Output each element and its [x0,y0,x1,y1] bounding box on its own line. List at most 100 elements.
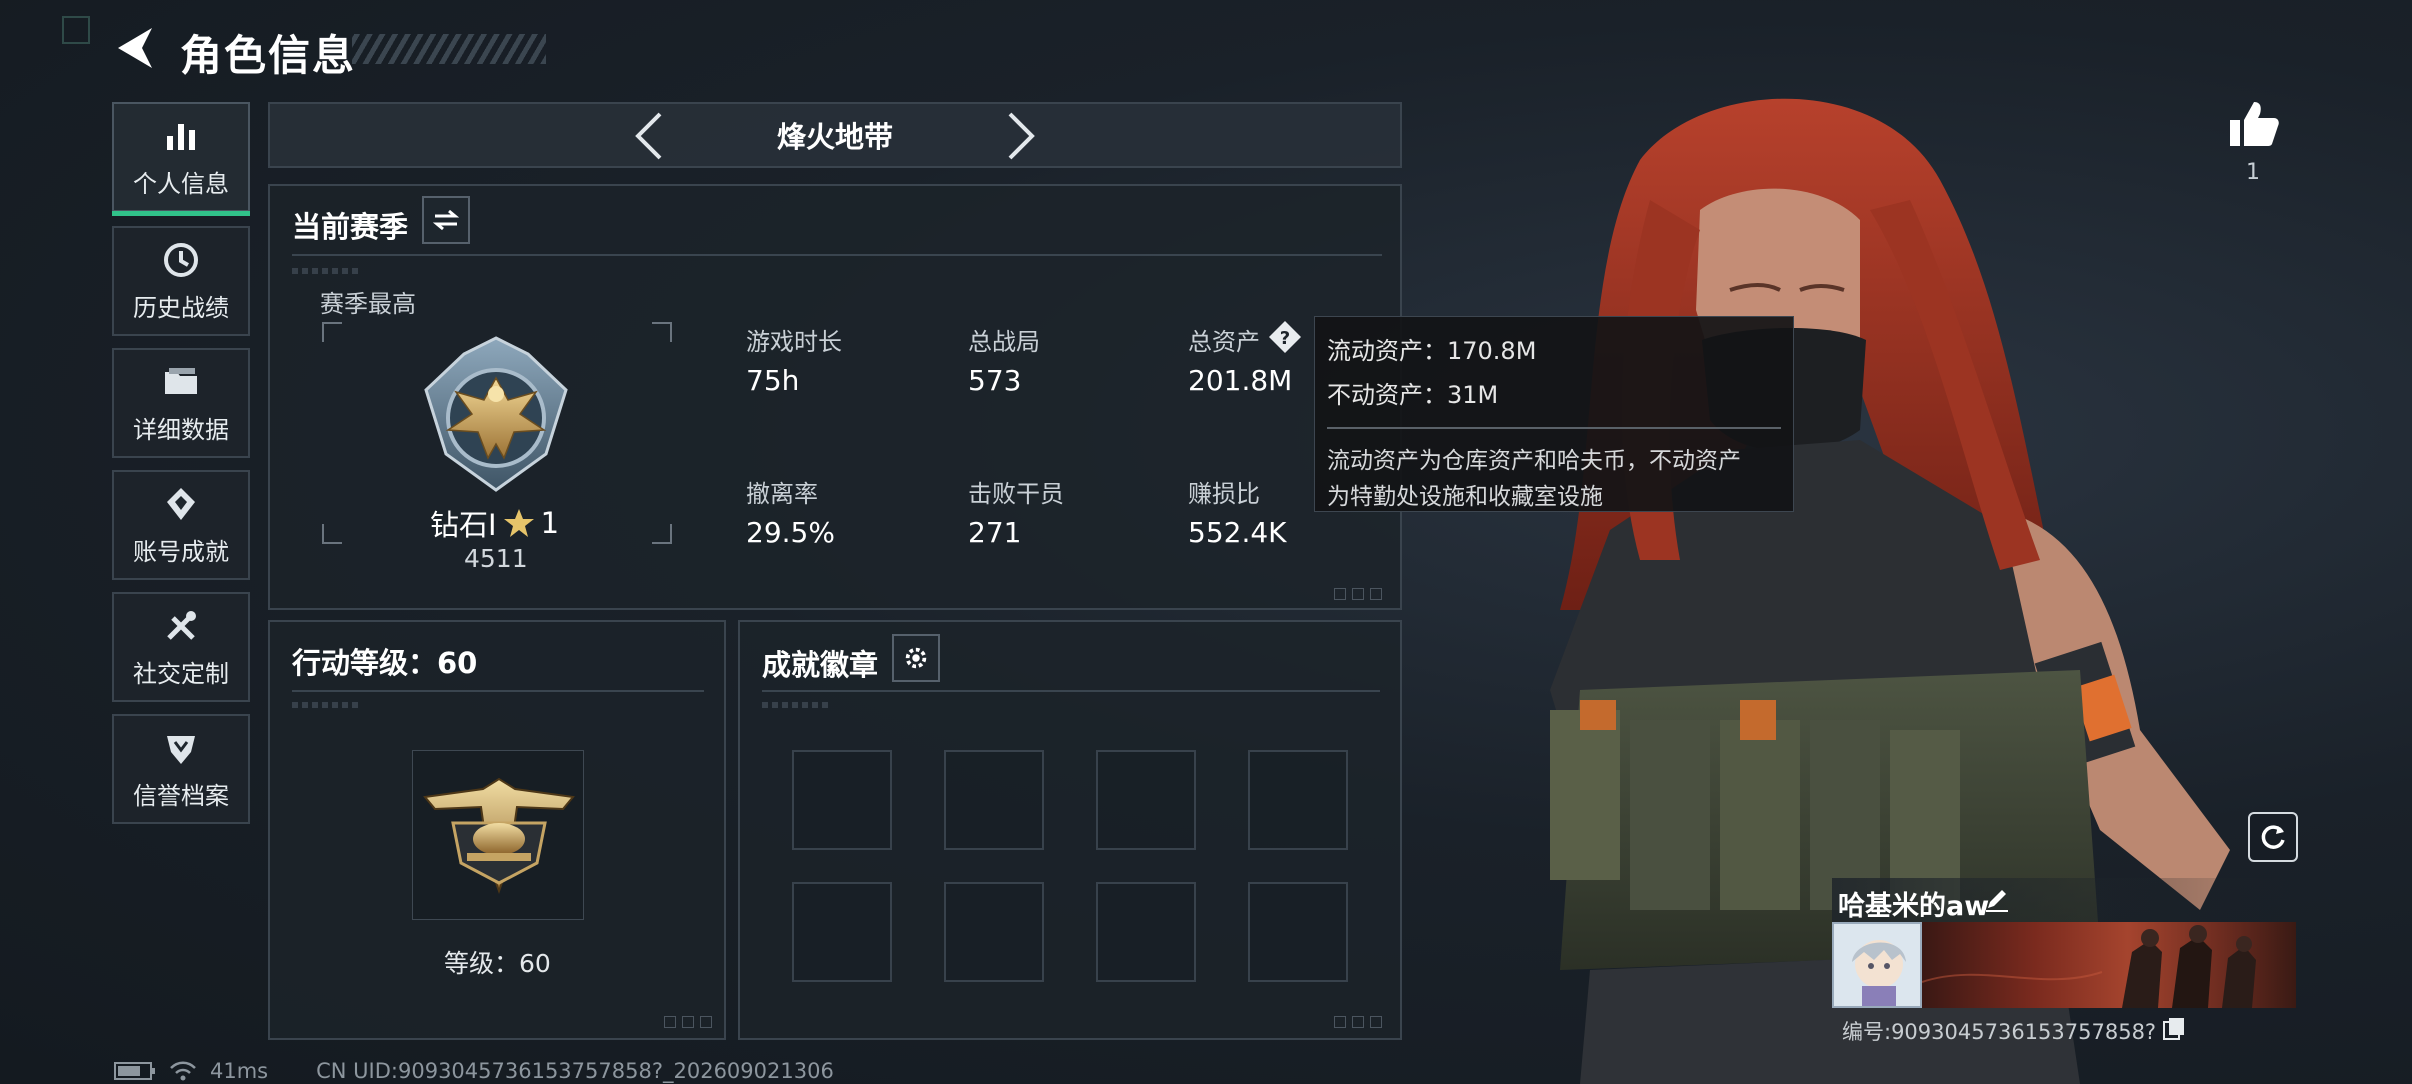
sidebar-item-label: 账号成就 [133,537,229,566]
prev-map-button[interactable] [618,108,678,164]
helicopter-level-emblem-icon [423,777,575,894]
sidebar-item-detail-data[interactable]: 详细数据 [112,348,250,458]
sidebar-item-label: 社交定制 [133,659,229,688]
rank-row: 钻石I 1 [430,502,559,544]
like-count: 1 [2246,160,2260,185]
anime-avatar-icon [1834,924,1920,1006]
decor-dots [762,702,832,708]
stat-label-playtime: 游戏时长 [746,328,842,356]
level-emblem-frame [412,750,584,920]
badges-separator [762,690,1380,692]
decor-dots [292,702,362,708]
back-button[interactable] [112,24,156,72]
stat-value-total-matches: 573 [968,364,1022,397]
player-id: 编号:9093045736153757858? [1842,1020,2157,1044]
rank-stars: 1 [540,506,560,540]
frame-corner [322,524,342,544]
swap-icon [432,209,460,231]
rotate-view-button[interactable] [2248,812,2298,862]
stat-value-total-assets: 201.8M [1188,364,1293,397]
sidebar-item-credit[interactable]: 信誉档案 [112,714,250,824]
player-avatar[interactable] [1832,922,1922,1008]
season-separator [292,254,1382,256]
help-question-icon: ? [1269,321,1301,353]
season-peak-label: 赛季最高 [320,290,416,318]
panel-corner-marks [1334,588,1394,600]
season-title: 当前赛季 [292,210,409,244]
stat-label-profit-ratio: 赚损比 [1188,480,1260,508]
tooltip-divider [1327,427,1781,429]
badge-slot[interactable] [1248,750,1348,850]
ping-value: 41ms [210,1059,269,1083]
badge-slot[interactable] [792,750,892,850]
bar-chart-icon [167,123,195,150]
stat-value-extract-rate: 29.5% [746,516,835,549]
stat-label-total-assets: 总资产 [1188,328,1260,356]
back-arrow-icon [118,28,152,68]
achievement-icon [167,487,195,520]
rank-points: 4511 [464,544,528,573]
frame-corner [652,322,672,342]
star-icon [503,509,534,537]
stat-label-total-matches: 总战局 [968,328,1040,356]
map-name: 烽火地带 [776,120,893,154]
panel-corner-marks [664,1016,724,1028]
copy-icon [2163,1018,2184,1040]
level-label: 等级：60 [444,949,551,978]
diamond-rank-emblem-icon [424,336,568,492]
battery-icon [114,1062,155,1080]
sidebar-item-label: 历史战绩 [133,293,229,322]
badge-slot[interactable] [1096,750,1196,850]
frame-corner [652,524,672,544]
badge-slot[interactable] [792,882,892,982]
like-button[interactable] [2226,96,2282,152]
next-map-button[interactable] [992,108,1052,164]
status-bar: 41ms CN UID:9093045736153757858?_2026090… [114,1058,834,1084]
badge-slot[interactable] [1096,882,1196,982]
asset-help-button[interactable]: ? [1268,320,1302,354]
action-level-separator [292,690,704,692]
badge-slot[interactable] [1248,882,1348,982]
action-level-title: 行动等级：60 [292,646,478,680]
corner-marker [62,16,90,44]
credit-shield-icon [167,735,195,764]
sidebar-item-achievements[interactable]: 账号成就 [112,470,250,580]
stat-label-kills: 击败干员 [968,480,1064,508]
chevron-right-icon [1008,112,1035,160]
stat-label-extract-rate: 撤离率 [746,480,818,508]
switch-season-button[interactable] [422,196,470,244]
asset-tooltip: 流动资产：170.8M 不动资产：31M 流动资产为仓库资产和哈夫币，不动资产 … [1314,316,1794,512]
history-clock-icon [164,242,198,277]
sidebar-item-history[interactable]: 历史战绩 [112,226,250,336]
panel-corner-marks [1334,1016,1394,1028]
page-title: 角色信息 [180,31,357,80]
player-banner [1922,922,2296,1008]
rank-name: 钻石I [430,508,497,542]
player-name: 哈基米的aw [1838,891,1990,922]
uid-text: CN UID:9093045736153757858?_202609021306 [316,1059,834,1083]
badge-slot[interactable] [944,882,1044,982]
sidebar-item-personal-info[interactable]: 个人信息 [112,102,250,216]
stat-value-playtime: 75h [746,364,800,397]
tooltip-description-line2: 为特勤处设施和收藏室设施 [1327,484,1603,510]
sidebar-item-label: 信誉档案 [133,781,229,810]
pencil-icon [1986,890,2008,912]
soldiers-banner-image [1922,925,2256,1008]
frame-corner [322,322,342,342]
edit-name-button[interactable] [1982,884,2012,914]
title-decoration [352,34,546,64]
badge-slot[interactable] [944,750,1044,850]
copy-id-button[interactable] [2162,1016,2186,1040]
stat-value-kills: 271 [968,516,1022,549]
rotate-icon [2261,825,2285,849]
sidebar-item-social[interactable]: 社交定制 [112,592,250,702]
tooltip-liquid-assets: 流动资产：170.8M [1327,337,1537,365]
gear-icon [905,647,927,669]
badge-settings-button[interactable] [892,634,940,682]
wifi-icon [170,1061,196,1081]
badges-title: 成就徽章 [762,648,879,682]
decor-dots [292,268,362,274]
svg-text:?: ? [1280,328,1290,349]
folder-icon [165,367,197,394]
sidebar-item-label: 个人信息 [133,169,229,198]
